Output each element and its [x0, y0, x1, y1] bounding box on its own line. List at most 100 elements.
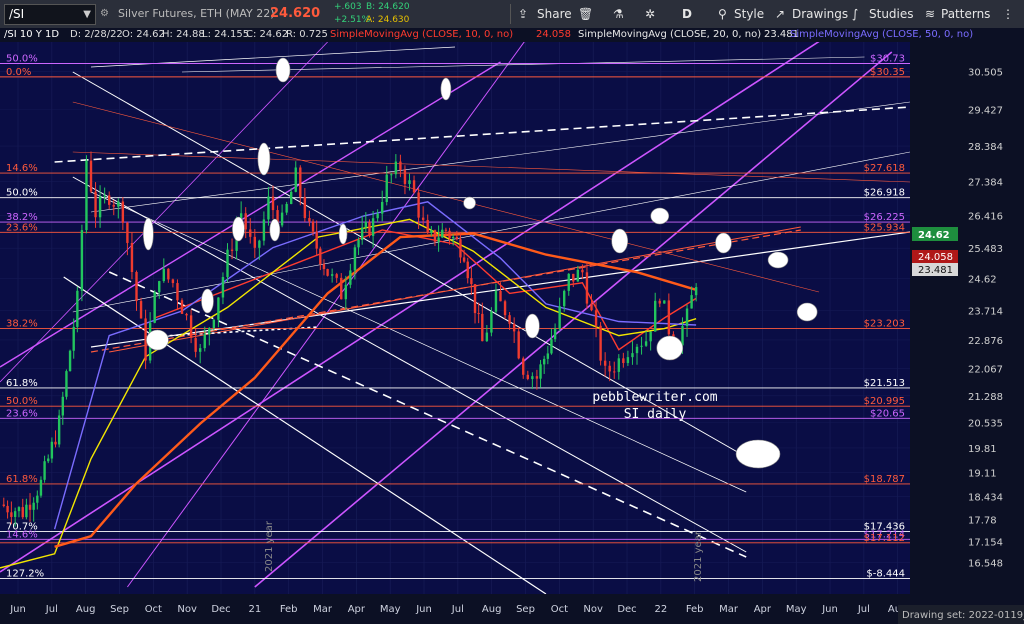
- y-tick-label: 25.483: [968, 244, 1003, 255]
- candle-body: [212, 319, 216, 329]
- annotation-ellipse: [796, 302, 818, 322]
- candle-body: [512, 323, 516, 332]
- drawings-icon: ↗: [775, 7, 786, 21]
- trash-icon[interactable]: 🗑: [578, 0, 593, 28]
- candle-body: [153, 292, 156, 323]
- sma20-tag-text: 23.481: [918, 265, 953, 276]
- annotation-ellipse: [463, 196, 476, 210]
- candle-body: [581, 269, 584, 273]
- candle-body: [654, 300, 657, 332]
- candle-body: [508, 315, 511, 324]
- candle-body: [39, 479, 43, 496]
- symbol-period: /SI 10 Y 1D: [4, 29, 60, 40]
- candle-body: [80, 230, 84, 291]
- candle-body: [658, 300, 661, 304]
- candle-body: [2, 504, 5, 506]
- x-tick-label: Mar: [313, 604, 333, 615]
- x-tick-label: Dec: [617, 604, 636, 615]
- candle-body: [135, 271, 138, 302]
- sma20-label: SimpleMovingAvg (CLOSE, 20, 0, no): [578, 29, 762, 40]
- fib-right-label: $20.65: [870, 408, 905, 419]
- candle-body: [171, 279, 175, 284]
- candle-body: [267, 196, 270, 220]
- candle-body: [694, 287, 698, 296]
- candle-body: [189, 315, 193, 338]
- drawings-button[interactable]: Drawings: [792, 0, 848, 28]
- candle-body: [208, 328, 211, 335]
- candle-body: [290, 191, 293, 204]
- bar-low: L: 24.155: [202, 29, 250, 40]
- annotation-ellipse: [146, 329, 169, 351]
- candle-body: [68, 350, 72, 372]
- candle-body: [139, 301, 143, 319]
- candle-body: [542, 358, 546, 365]
- candle-body: [299, 167, 302, 198]
- candle-body: [485, 332, 489, 342]
- x-tick-label: Nov: [583, 604, 603, 615]
- candle-body: [403, 170, 407, 184]
- candle-body: [437, 237, 440, 242]
- candle-body: [563, 290, 566, 307]
- share-icon[interactable]: ⇪: [518, 0, 528, 28]
- candle-body: [176, 283, 179, 301]
- candle-body: [567, 273, 570, 291]
- candle-body: [481, 313, 484, 342]
- y-tick-label: 20.535: [968, 418, 1003, 429]
- candle-body: [47, 458, 50, 462]
- price-chart[interactable]: 50.0% $30.73 0.0% $30.35 14.6% $27.618 50.0% $2…: [0, 42, 1024, 624]
- fib-right-label: $25.934: [864, 222, 905, 233]
- settings-icon[interactable]: ✲: [645, 0, 655, 28]
- candle-body: [50, 441, 54, 459]
- candle-body: [364, 221, 368, 228]
- y-tick-label: 16.548: [968, 559, 1003, 570]
- x-tick-label: Jul: [451, 604, 464, 615]
- fib-right-label: $20.995: [864, 396, 905, 407]
- candle-body: [448, 230, 451, 239]
- candle-body: [326, 269, 329, 276]
- candle-body: [360, 227, 364, 241]
- y-tick-label: 29.427: [968, 105, 1003, 116]
- sma50-label: SimpleMovingAvg (CLOSE, 50, 0, no): [790, 29, 974, 40]
- annotation-ellipse: [232, 216, 245, 242]
- annotation-ellipse: [275, 57, 291, 83]
- candle-body: [522, 358, 525, 375]
- candle-body: [417, 192, 420, 218]
- fib-left-label: 61.8%: [6, 474, 38, 485]
- candle-body: [253, 236, 256, 248]
- candle-body: [473, 284, 477, 314]
- more-icon[interactable]: ⋮: [1002, 0, 1014, 28]
- candle-body: [112, 204, 115, 207]
- symbol-selector[interactable]: /SI ▼: [4, 4, 96, 25]
- candle-body: [262, 219, 266, 241]
- candle-body: [353, 247, 357, 271]
- style-button[interactable]: Style: [734, 0, 764, 28]
- candle-body: [315, 231, 318, 249]
- annotation-ellipse: [735, 439, 781, 469]
- candle-body: [494, 290, 498, 312]
- flask-icon[interactable]: ⚗: [613, 0, 624, 28]
- candle-body: [180, 300, 184, 314]
- annotation-ellipse: [650, 207, 670, 225]
- x-tick-label: May: [380, 604, 401, 615]
- candle-body: [535, 376, 539, 379]
- candle-body: [357, 240, 360, 248]
- candle-body: [271, 196, 275, 211]
- candle-body: [349, 270, 352, 285]
- fib-right-label: $26.918: [864, 188, 905, 199]
- annotation-ellipse: [656, 335, 684, 361]
- share-button[interactable]: Share: [537, 0, 572, 28]
- candle-body: [43, 461, 46, 480]
- studies-button[interactable]: Studies: [869, 0, 914, 28]
- gear-icon[interactable]: ⚙: [100, 0, 109, 28]
- y-tick-label: 22.067: [968, 364, 1003, 375]
- sma10-label: SimpleMovingAvg (CLOSE, 10, 0, no): [330, 29, 514, 40]
- candle-body: [330, 274, 334, 276]
- candle-body: [617, 358, 620, 372]
- period-button[interactable]: D: [682, 0, 692, 28]
- candle-body: [635, 346, 639, 354]
- candle-body: [17, 507, 21, 512]
- candle-body: [108, 195, 111, 205]
- fib-left-label: 61.8%: [6, 378, 38, 389]
- patterns-button[interactable]: Patterns: [941, 0, 990, 28]
- candle-body: [685, 308, 689, 327]
